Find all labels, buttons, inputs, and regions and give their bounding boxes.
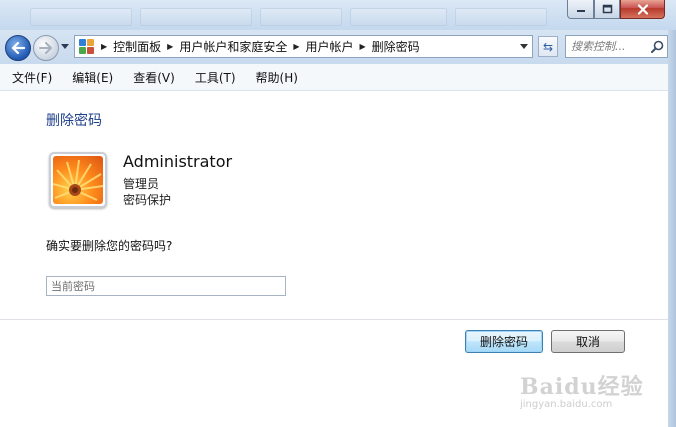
password-status: 密码保护 <box>123 193 172 207</box>
current-password-field[interactable] <box>46 276 286 296</box>
user-role: 管理员 <box>123 177 160 191</box>
chevron-right-icon[interactable]: ▶ <box>360 42 366 51</box>
menu-tools[interactable]: 工具(T) <box>183 69 244 86</box>
maximize-button[interactable] <box>594 0 620 19</box>
avatar <box>49 152 107 208</box>
user-name: Administrator <box>123 152 233 171</box>
search-box[interactable] <box>565 35 668 58</box>
chevron-right-icon: ▶ <box>101 42 108 51</box>
watermark: Baidu经验 jingyan.baidu.com <box>520 369 650 419</box>
menu-file[interactable]: 文件(F) <box>0 69 60 86</box>
minimize-icon <box>576 10 585 12</box>
forward-button[interactable] <box>33 35 59 61</box>
watermark-brand: Baidu经验 <box>520 374 644 400</box>
arrow-left-icon <box>11 42 25 54</box>
close-button[interactable] <box>620 0 665 19</box>
search-input[interactable] <box>571 40 651 53</box>
watermark-url: jingyan.baidu.com <box>520 399 613 410</box>
close-icon <box>637 3 648 15</box>
chevron-right-icon[interactable]: ▶ <box>167 42 173 51</box>
breadcrumb-control-panel[interactable]: 控制面板 <box>113 38 161 55</box>
navigation-bar: ▶ 控制面板 ▶ 用户帐户和家庭安全 ▶ 用户帐户 ▶ 删除密码 ⇆ <box>0 30 676 64</box>
chevron-down-icon[interactable] <box>520 44 528 49</box>
recent-pages-dropdown[interactable] <box>61 44 69 49</box>
page-title: 删除密码 <box>46 113 102 129</box>
menu-bar: 文件(F) 编辑(E) 查看(V) 工具(T) 帮助(H) <box>0 64 668 91</box>
address-bar[interactable]: ▶ 控制面板 ▶ 用户帐户和家庭安全 ▶ 用户帐户 ▶ 删除密码 <box>74 35 533 58</box>
cancel-button[interactable]: 取消 <box>551 330 625 353</box>
refresh-icon: ⇆ <box>542 39 554 54</box>
divider <box>0 319 668 320</box>
title-bar <box>0 0 676 30</box>
maximize-icon <box>602 4 612 14</box>
arrow-right-icon <box>39 42 52 54</box>
background-windows <box>0 6 560 26</box>
search-icon[interactable] <box>651 40 664 53</box>
breadcrumb-user-accounts[interactable]: 用户帐户 <box>306 38 354 55</box>
breadcrumb-remove-password[interactable]: 删除密码 <box>372 38 420 55</box>
minimize-button[interactable] <box>567 0 594 19</box>
window-frame-edge <box>668 30 676 427</box>
flower-picture-icon <box>53 156 103 204</box>
remove-password-button[interactable]: 删除密码 <box>465 330 543 353</box>
main-content: 删除密码 Administrator 管理员 密码保护 确实要删除您的密码吗? … <box>0 91 668 427</box>
menu-help[interactable]: 帮助(H) <box>244 69 306 86</box>
chevron-right-icon[interactable]: ▶ <box>293 42 299 51</box>
breadcrumb-user-accounts-family-safety[interactable]: 用户帐户和家庭安全 <box>179 38 287 55</box>
confirm-question: 确实要删除您的密码吗? <box>46 239 173 253</box>
back-button[interactable] <box>5 35 31 61</box>
refresh-button[interactable]: ⇆ <box>538 36 558 57</box>
menu-edit[interactable]: 编辑(E) <box>60 69 121 86</box>
control-panel-icon <box>79 38 95 55</box>
menu-view[interactable]: 查看(V) <box>121 69 183 86</box>
